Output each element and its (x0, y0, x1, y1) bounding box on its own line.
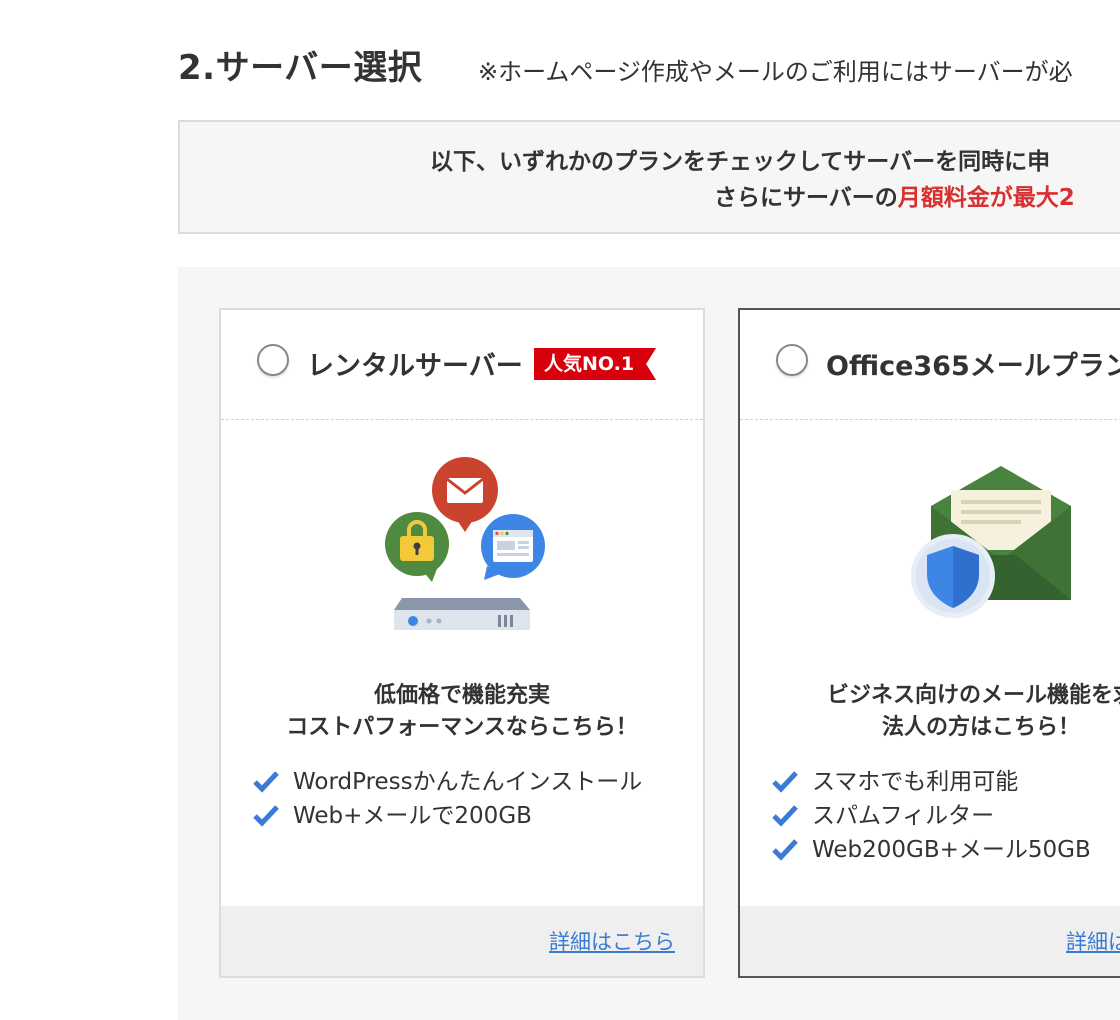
feature-label: スパムフィルター (812, 803, 995, 829)
plan-card-office365[interactable]: Office365メールプラン ビジネス向けのメール機能を求 法人の方はこちら！… (738, 308, 1120, 978)
plan-radio-office365[interactable] (776, 344, 808, 376)
plan-description: ビジネス向けのメール機能を求 法人の方はこちら！ (740, 680, 1120, 744)
feature-label: Web200GB+メール50GB (812, 837, 1091, 863)
plan-card-header: Office365メールプラン (740, 310, 1120, 420)
feature-item: Web200GB+メール50GB (772, 833, 1091, 867)
feature-item: WordPressかんたんインストール (253, 765, 642, 799)
plan-description-line-2: 法人の方はこちら！ (881, 715, 1080, 740)
feature-label: WordPressかんたんインストール (293, 769, 643, 795)
info-line-2-highlight: 月額料金が最大2 (897, 185, 1075, 211)
feature-item: Web+メールで200GB (253, 799, 642, 833)
page: 2.サーバー選択 ※ホームページ作成やメールのご利用にはサーバーが必 以下、いず… (0, 0, 1120, 1020)
section-title: 2.サーバー選択 (178, 48, 423, 88)
server-services-icon (221, 450, 703, 640)
campaign-info-box: 以下、いずれかのプランをチェックしてサーバーを同時に申 さらにサーバーの月額料金… (178, 120, 1120, 234)
detail-link[interactable]: 詳細は (1066, 926, 1120, 956)
plan-radio-rental-server[interactable] (257, 344, 289, 376)
feature-list: スマホでも利用可能 スパムフィルター Web200GB+メール50GB (772, 765, 1091, 867)
plan-title: レンタルサーバー (307, 351, 523, 382)
plan-card-header: レンタルサーバー 人気NO.1 (221, 310, 703, 420)
plan-description-line-2: コストパフォーマンスならこちら！ (286, 715, 638, 740)
feature-label: スマホでも利用可能 (812, 769, 1019, 795)
secure-mail-icon (740, 450, 1120, 640)
info-line-1: 以下、いずれかのプランをチェックしてサーバーを同時に申 (430, 149, 1051, 175)
feature-label: Web+メールで200GB (293, 803, 532, 829)
info-line-2-prefix: さらにサーバーの (714, 185, 898, 211)
plan-card-footer: 詳細は (740, 906, 1120, 976)
feature-item: スマホでも利用可能 (772, 765, 1091, 799)
check-icon (772, 805, 798, 827)
feature-item: スパムフィルター (772, 799, 1091, 833)
section-note: ※ホームページ作成やメールのご利用にはサーバーが必 (478, 58, 1073, 86)
detail-link[interactable]: 詳細はこちら (549, 926, 675, 956)
plan-card-rental-server[interactable]: レンタルサーバー 人気NO.1 低価格で機能充実 コストパフォーマンスならこちら… (219, 308, 705, 978)
check-icon (253, 805, 279, 827)
check-icon (772, 839, 798, 861)
feature-list: WordPressかんたんインストール Web+メールで200GB (253, 765, 642, 833)
info-line-2: さらにサーバーの月額料金が最大2 (714, 178, 1075, 212)
check-icon (772, 771, 798, 793)
plan-description-line-1: ビジネス向けのメール機能を求 (826, 683, 1120, 708)
plan-title: Office365メールプラン (826, 351, 1120, 382)
plan-card-footer: 詳細はこちら (221, 906, 703, 976)
plan-description-line-1: 低価格で機能充実 (373, 683, 550, 708)
plan-description: 低価格で機能充実 コストパフォーマンスならこちら！ (221, 680, 703, 744)
check-icon (253, 771, 279, 793)
popular-badge: 人気NO.1 (534, 348, 656, 380)
